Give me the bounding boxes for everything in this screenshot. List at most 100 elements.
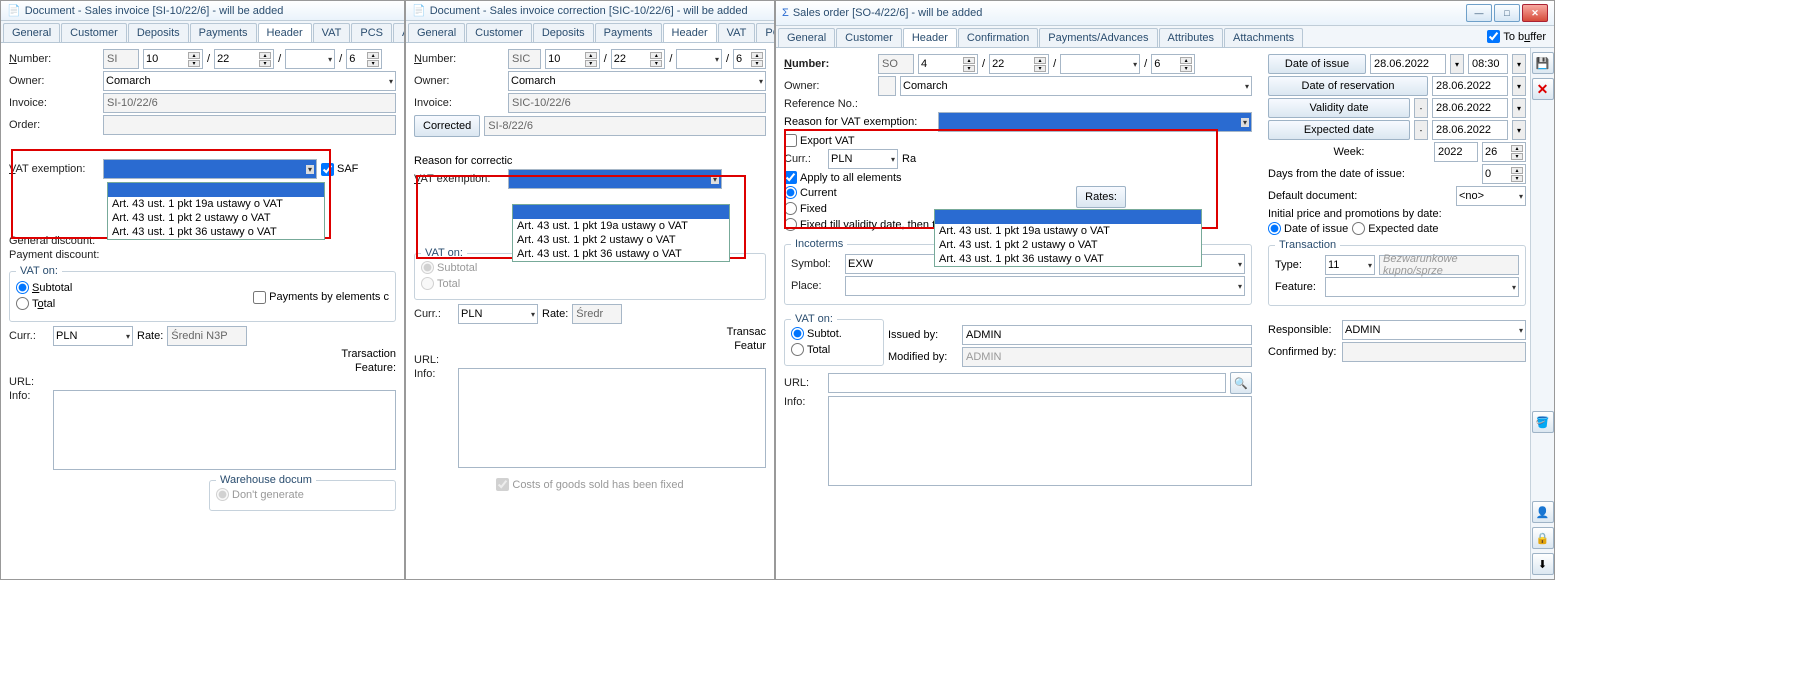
num-c[interactable]: 6▴▾ — [1151, 54, 1195, 74]
owner-field[interactable]: Comarch▾ — [508, 71, 766, 91]
info-textarea[interactable] — [53, 390, 396, 470]
vat-opt-blank[interactable] — [108, 183, 324, 197]
radio-subtot[interactable]: Subtot. — [791, 327, 842, 340]
doi-date[interactable]: 28.06.2022 — [1370, 54, 1446, 74]
week-num[interactable]: 26▴▾ — [1482, 142, 1526, 162]
num-b[interactable]: 22▴▾ — [989, 54, 1049, 74]
rates-button[interactable]: Rates: — [1076, 186, 1126, 208]
close-button[interactable]: ✕ — [1522, 4, 1548, 22]
url-browse-button[interactable]: 🔍 — [1230, 372, 1252, 394]
tab-general[interactable]: General — [408, 23, 465, 42]
owner-field[interactable]: Comarch▾ — [900, 76, 1252, 96]
bucket-button[interactable]: 🪣 — [1532, 411, 1554, 433]
apply-all-check[interactable]: Apply to all elements — [784, 171, 902, 184]
down-button[interactable]: ⬇ — [1532, 553, 1554, 575]
info-textarea[interactable] — [458, 368, 766, 468]
validity-date-button[interactable]: Validity date — [1268, 98, 1410, 118]
tab-general[interactable]: General — [3, 23, 60, 42]
tab-attachments[interactable]: Attachments — [1224, 28, 1303, 47]
export-vat-check[interactable]: Export VAT — [784, 134, 855, 147]
exp-spin[interactable]: ▾ — [1512, 120, 1526, 140]
val-toggle[interactable]: - — [1414, 98, 1428, 118]
radio-total[interactable]: Total — [16, 297, 55, 310]
vat-opt-1[interactable]: Art. 43 ust. 1 pkt 19a ustawy o VAT — [935, 224, 1201, 238]
radio-fixed[interactable]: Fixed — [784, 202, 827, 215]
week-year[interactable]: 2022 — [1434, 142, 1478, 162]
num-dd[interactable]: ▾ — [1060, 54, 1140, 74]
url-field[interactable] — [828, 373, 1226, 393]
exp-date[interactable]: 28.06.2022 — [1432, 120, 1508, 140]
tab-payments[interactable]: Payments — [595, 23, 662, 42]
maximize-button[interactable]: □ — [1494, 4, 1520, 22]
expected-date-button[interactable]: Expected date — [1268, 120, 1410, 140]
vat-opt-2[interactable]: Art. 43 ust. 1 pkt 2 ustawy o VAT — [513, 233, 729, 247]
tab-customer[interactable]: Customer — [466, 23, 532, 42]
vat-exemption-list[interactable]: Art. 43 ust. 1 pkt 19a ustawy o VAT Art.… — [107, 182, 325, 240]
num-b[interactable]: 22▴▾ — [611, 49, 666, 69]
num-dd[interactable]: ▾ — [676, 49, 722, 69]
place-dd[interactable]: ▾ — [845, 276, 1245, 296]
dor-date[interactable]: 28.06.2022 — [1432, 76, 1508, 96]
curr-dd[interactable]: PLN▾ — [53, 326, 133, 346]
tab-confirmation[interactable]: Confirmation — [958, 28, 1038, 47]
resp-dd[interactable]: ADMIN▾ — [1342, 320, 1526, 340]
titlebar[interactable]: 📄 Document - Sales invoice [SI-10/22/6] … — [1, 1, 404, 21]
tab-payments-advances[interactable]: Payments/Advances — [1039, 28, 1157, 47]
radio-subtotal[interactable]: Subtotal — [16, 281, 72, 294]
vat-opt-1[interactable]: Art. 43 ust. 1 pkt 19a ustawy o VAT — [513, 219, 729, 233]
tab-header[interactable]: Header — [663, 23, 717, 42]
tab-pcs[interactable]: PCS — [756, 23, 775, 42]
date-of-issue-button[interactable]: Date of issue — [1268, 54, 1366, 74]
reason-vat-dropdown[interactable]: ▾ — [938, 112, 1252, 132]
defdoc-dd[interactable]: <no>▾ — [1456, 186, 1526, 206]
pay-elements-check[interactable]: Payments by elements c — [253, 291, 389, 304]
vat-opt-3[interactable]: Art. 43 ust. 1 pkt 36 ustawy o VAT — [108, 225, 324, 239]
minimize-button[interactable]: — — [1466, 4, 1492, 22]
doi-time-spin[interactable]: ▾ — [1512, 54, 1526, 74]
user-button[interactable]: 👤 — [1532, 501, 1554, 523]
vat-exemption-list[interactable]: Art. 43 ust. 1 pkt 19a ustawy o VAT Art.… — [512, 204, 730, 262]
date-of-reservation-button[interactable]: Date of reservation — [1268, 76, 1428, 96]
titlebar[interactable]: Σ Sales order [SO-4/22/6] - will be adde… — [776, 1, 1554, 26]
feature-dd[interactable]: ▾ — [1325, 277, 1519, 297]
doi-time[interactable]: 08:30 — [1468, 54, 1508, 74]
num-a[interactable]: 10▴▾ — [545, 49, 600, 69]
num-a[interactable]: 4▴▾ — [918, 54, 978, 74]
radio-ipp-doi[interactable]: Date of issue — [1268, 222, 1348, 235]
vat-opt-2[interactable]: Art. 43 ust. 1 pkt 2 ustawy o VAT — [935, 238, 1201, 252]
tab-vat[interactable]: VAT — [718, 23, 756, 42]
vat-exemption-dropdown[interactable]: ▾ — [508, 169, 722, 189]
vat-opt-3[interactable]: Art. 43 ust. 1 pkt 36 ustawy o VAT — [935, 252, 1201, 266]
num-c[interactable]: 6▴▾ — [733, 49, 766, 69]
tab-vat[interactable]: VAT — [313, 23, 351, 42]
vat-opt-2[interactable]: Art. 43 ust. 1 pkt 2 ustawy o VAT — [108, 211, 324, 225]
curr-dd[interactable]: PLN▾ — [828, 149, 898, 169]
num-a[interactable]: 10▴▾ — [143, 49, 203, 69]
curr-dd[interactable]: PLN▾ — [458, 304, 538, 324]
num-b[interactable]: 22▴▾ — [214, 49, 274, 69]
radio-current[interactable]: Current — [784, 186, 837, 199]
days-field[interactable]: 0▴▾ — [1482, 164, 1526, 184]
vat-opt-blank[interactable] — [513, 205, 729, 219]
num-dd[interactable]: ▾ — [285, 49, 335, 69]
saf-checkbox[interactable]: SAF — [321, 163, 358, 176]
val-spin[interactable]: ▾ — [1512, 98, 1526, 118]
tab-pcs[interactable]: PCS — [351, 23, 392, 42]
vat-opt-1[interactable]: Art. 43 ust. 1 pkt 19a ustawy o VAT — [108, 197, 324, 211]
dor-spin[interactable]: ▾ — [1512, 76, 1526, 96]
tab-general[interactable]: General — [778, 28, 835, 47]
corrected-button[interactable]: Corrected — [414, 115, 480, 137]
tab-attributes[interactable]: Attributes — [393, 23, 405, 42]
tab-deposits[interactable]: Deposits — [533, 23, 594, 42]
owner-field[interactable]: Comarch▾ — [103, 71, 396, 91]
type-dd[interactable]: 11▾ — [1325, 255, 1375, 275]
radio-ipp-exp[interactable]: Expected date — [1352, 222, 1438, 235]
issued-field[interactable]: ADMIN — [962, 325, 1252, 345]
vat-opt-blank[interactable] — [935, 210, 1201, 224]
tab-payments[interactable]: Payments — [190, 23, 257, 42]
tab-customer[interactable]: Customer — [836, 28, 902, 47]
vat-exemption-dropdown[interactable]: ▾ — [103, 159, 317, 179]
radio-total[interactable]: Total — [791, 343, 830, 356]
titlebar[interactable]: 📄 Document - Sales invoice correction [S… — [406, 1, 774, 21]
info-textarea[interactable] — [828, 396, 1252, 486]
